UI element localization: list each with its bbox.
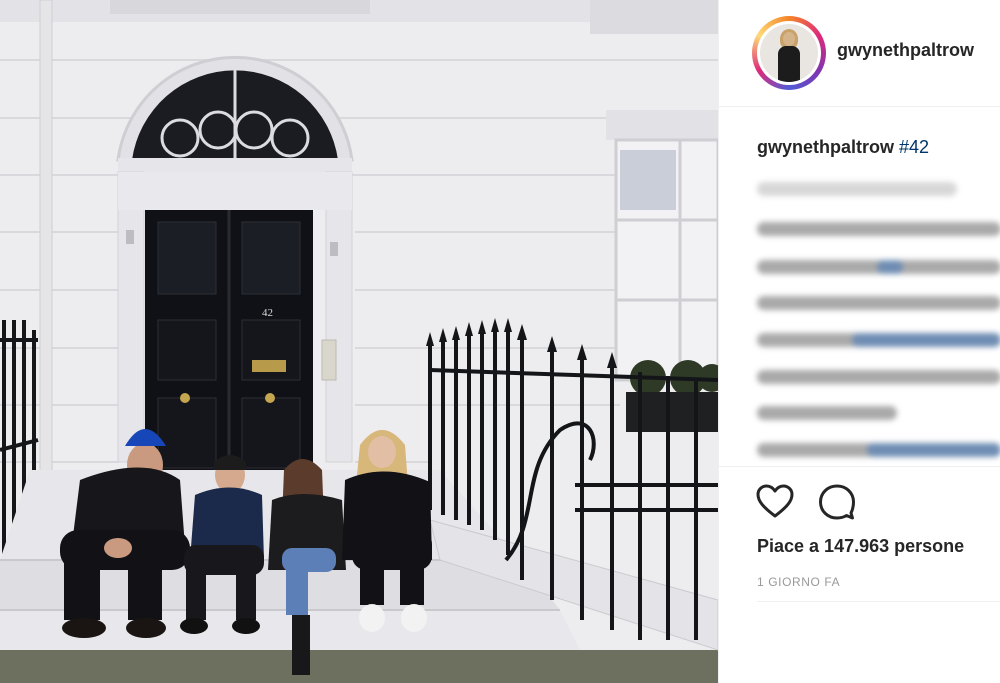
speech-bubble-icon <box>819 484 855 520</box>
post-sidebar: gwynethpaltrow gwynethpaltrow #42 Piace … <box>718 0 1000 683</box>
comment-item <box>757 260 1000 274</box>
header-username[interactable]: gwynethpaltrow <box>837 40 974 61</box>
post-timestamp[interactable]: 1 GIORNO FA <box>757 575 840 589</box>
comment-item <box>757 296 1000 310</box>
door-number: 42 <box>262 307 273 319</box>
comment-item <box>757 333 1000 347</box>
comment-item <box>757 406 897 420</box>
likes-count[interactable]: Piace a 147.963 persone <box>757 536 964 557</box>
load-more-comments[interactable] <box>757 182 957 196</box>
comment-divider <box>757 601 1000 602</box>
comment-item <box>757 370 1000 384</box>
photo-scene: 42 <box>0 0 718 683</box>
comment-item <box>757 443 1000 457</box>
caption-hashtag[interactable]: #42 <box>899 137 929 157</box>
post-actions <box>719 466 1000 467</box>
heart-outline-icon <box>756 484 794 518</box>
like-button[interactable] <box>755 482 795 522</box>
post-caption: gwynethpaltrow #42 <box>757 137 929 158</box>
profile-avatar[interactable] <box>752 16 826 90</box>
post-header: gwynethpaltrow <box>719 0 1000 107</box>
comment-item <box>757 222 1000 236</box>
caption-username[interactable]: gwynethpaltrow <box>757 137 894 157</box>
comment-button[interactable] <box>817 482 857 522</box>
post-photo[interactable]: 42 <box>0 0 718 683</box>
